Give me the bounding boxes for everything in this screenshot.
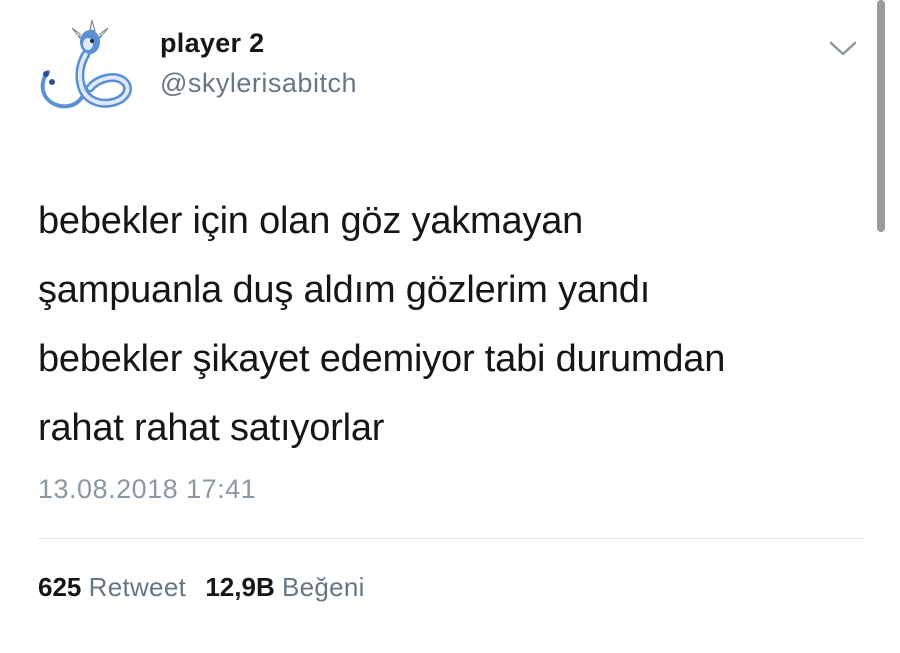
tweet-text-line: bebekler için olan göz yakmayan — [38, 200, 584, 242]
divider — [38, 538, 864, 539]
user-handle[interactable]: @skylerisabitch — [160, 68, 357, 99]
likes-count: 12,9B — [205, 572, 275, 602]
retweets-stat[interactable]: 625 Retweet — [38, 572, 186, 602]
tweet-text: bebekler için olan göz yakmayan şampuanl… — [38, 187, 858, 463]
avatar[interactable] — [30, 14, 140, 124]
user-display-name[interactable]: player 2 — [160, 28, 264, 59]
tweet-card: player 2 @skylerisabitch bebekler için o… — [0, 0, 900, 653]
scrollbar[interactable] — [877, 0, 885, 232]
chevron-down-icon[interactable] — [826, 36, 860, 62]
tweet-text-line: bebekler şikayet edemiyor tabi durumdan — [38, 338, 726, 380]
tweet-text-line: rahat rahat satıyorlar — [38, 407, 385, 449]
likes-stat[interactable]: 12,9B Beğeni — [205, 572, 364, 602]
tweet-timestamp[interactable]: 13.08.2018 17:41 — [38, 474, 256, 505]
retweets-label: Retweet — [88, 572, 187, 602]
tweet-text-line: şampuanla duş aldım gözlerim yandı — [38, 269, 651, 311]
likes-label: Beğeni — [281, 572, 365, 602]
dragonair-icon — [40, 19, 132, 109]
tweet-stats: 625 Retweet 12,9B Beğeni — [38, 572, 377, 603]
retweets-count: 625 — [38, 572, 82, 602]
